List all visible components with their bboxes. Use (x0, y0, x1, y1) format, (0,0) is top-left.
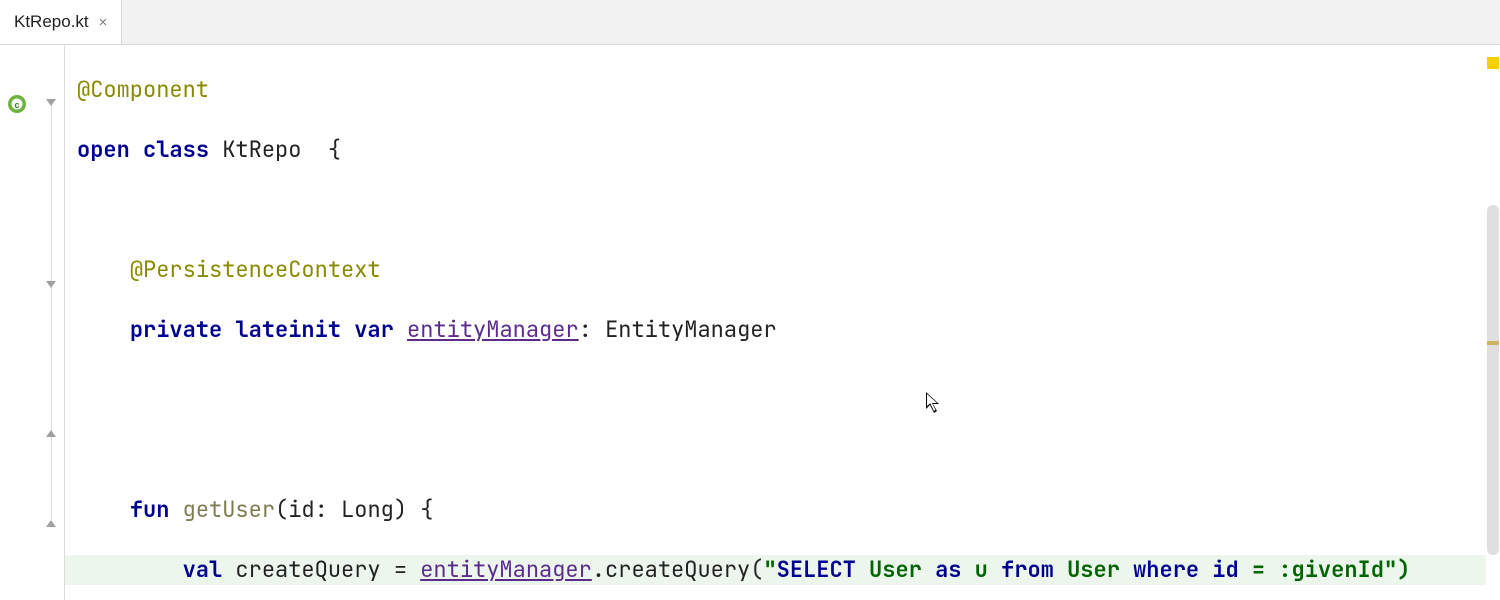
code-line[interactable] (65, 195, 1500, 225)
brace: { (420, 495, 433, 524)
sql-text: id (1199, 555, 1252, 584)
tab-filename: KtRepo.kt (14, 12, 89, 32)
gutter: c (0, 45, 40, 600)
sql-text: = :givenId (1252, 555, 1384, 584)
sql-where: where (1133, 555, 1199, 584)
annotation: @PersistenceContext (130, 255, 381, 284)
fold-toggle-class[interactable] (44, 95, 58, 109)
fold-toggle-class-close[interactable] (44, 517, 58, 531)
keyword-class: class (143, 135, 209, 164)
code-line[interactable]: private lateinit var entityManager: Enti… (65, 315, 1500, 345)
paren: ( (750, 555, 763, 584)
code-area[interactable]: @Component open class KtRepo { @Persiste… (65, 45, 1500, 600)
tab-ktrepo[interactable]: KtRepo.kt × (0, 0, 122, 44)
dot: . (592, 555, 605, 584)
sql-select: SELECT (777, 555, 856, 584)
keyword-fun: fun (130, 495, 170, 524)
class-name: KtRepo (222, 135, 301, 164)
code-line[interactable] (65, 375, 1500, 405)
annotation: @Component (77, 75, 209, 104)
code-line[interactable]: @PersistenceContext (65, 255, 1500, 285)
param-id: id (288, 495, 314, 524)
keyword-lateinit: lateinit (235, 315, 341, 344)
fold-strip (40, 45, 65, 600)
fold-toggle-fun-close[interactable] (44, 427, 58, 441)
brace: { (328, 135, 341, 164)
code-line[interactable]: open class KtRepo { (65, 135, 1500, 165)
editor-tab-bar: KtRepo.kt × (0, 0, 1500, 45)
colon: : (315, 495, 328, 524)
field-entitymanager: entityManager (420, 555, 592, 584)
equals: = (381, 555, 421, 584)
keyword-var: var (354, 315, 394, 344)
sql-text: u (961, 555, 1001, 584)
type-long: Long (341, 495, 394, 524)
keyword-open: open (77, 135, 130, 164)
vertical-scrollbar[interactable] (1487, 205, 1499, 555)
paren: ( (275, 495, 288, 524)
field-entitymanager: entityManager (407, 315, 579, 344)
fold-toggle-fun-open[interactable] (44, 277, 58, 291)
sql-from: from (1001, 555, 1054, 584)
error-stripe[interactable] (1486, 45, 1500, 600)
keyword-private: private (130, 315, 222, 344)
call-createquery: createQuery (605, 555, 750, 584)
sql-text: User (1054, 555, 1133, 584)
function-name: getUser (183, 495, 275, 524)
paren: ) (394, 495, 407, 524)
colon: : (579, 315, 592, 344)
code-line[interactable]: val createQuery = entityManager.createQu… (65, 555, 1500, 585)
type-entitymanager: EntityManager (605, 315, 777, 344)
close-icon[interactable]: × (99, 14, 108, 31)
sql-text: User (856, 555, 935, 584)
var-createquery: createQuery (235, 555, 380, 584)
editor[interactable]: c @Component open class KtRepo { @Persis… (0, 45, 1500, 600)
string-quote: ") (1384, 555, 1410, 584)
class-spring-component-icon[interactable]: c (6, 93, 28, 115)
keyword-val: val (183, 555, 223, 584)
sql-as: as (935, 555, 961, 584)
code-line[interactable]: @Component (65, 75, 1500, 105)
string-quote: " (763, 555, 776, 584)
code-line[interactable] (65, 435, 1500, 465)
code-line[interactable]: fun getUser(id: Long) { (65, 495, 1500, 525)
analysis-status-warning-icon[interactable] (1487, 57, 1499, 69)
svg-text:c: c (14, 100, 19, 110)
